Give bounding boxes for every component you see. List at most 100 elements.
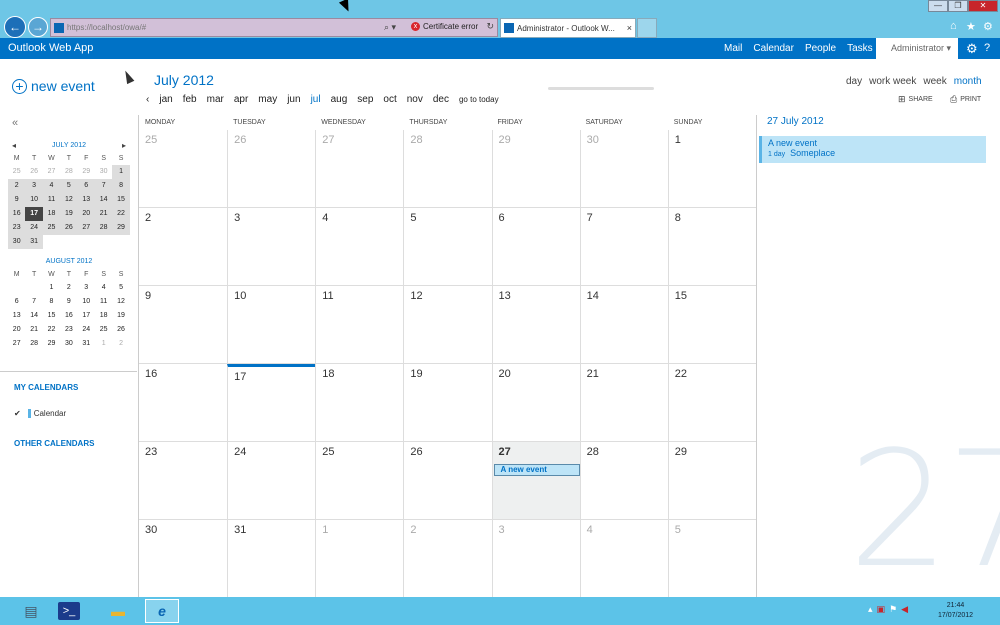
day-cell[interactable]: 2 <box>139 208 228 286</box>
tray-arrow-icon[interactable]: ▴ <box>868 604 873 615</box>
mini-day[interactable]: 3 <box>78 281 95 295</box>
tools-gear-icon[interactable]: ⚙ <box>983 20 993 33</box>
print-button[interactable]: ⎙ PRINT <box>950 94 981 105</box>
day-cell[interactable]: 5 <box>403 208 492 286</box>
settings-gear-icon[interactable]: ⚙ <box>966 41 978 57</box>
day-cell[interactable]: 18 <box>315 364 404 442</box>
month-link-apr[interactable]: apr <box>234 94 248 105</box>
mini-day[interactable]: 27 <box>43 165 60 179</box>
mini-day[interactable]: 26 <box>60 221 78 235</box>
month-link-feb[interactable]: feb <box>183 94 197 105</box>
mini-day[interactable]: 29 <box>112 221 130 235</box>
browser-tab[interactable]: Administrator - Outlook W... × <box>500 18 636 38</box>
refresh-icon[interactable]: ↻ <box>486 21 494 32</box>
day-cell[interactable]: 22 <box>667 364 756 442</box>
view-work-week[interactable]: work week <box>869 76 916 87</box>
tab-close-icon[interactable]: × <box>627 23 632 33</box>
day-cell[interactable]: 29 <box>491 130 580 208</box>
mini-day[interactable]: 9 <box>60 295 77 309</box>
view-day[interactable]: day <box>846 76 862 87</box>
mini-day[interactable]: 28 <box>60 165 77 179</box>
other-calendars-heading[interactable]: OTHER CALENDARS <box>14 439 94 448</box>
mini-day[interactable]: 16 <box>60 309 77 323</box>
mini-next-icon[interactable]: ▸ <box>122 139 126 153</box>
day-cell[interactable]: 14 <box>579 286 668 364</box>
mini-day[interactable]: 24 <box>25 221 43 235</box>
prev-month-icon[interactable]: ‹ <box>146 94 149 105</box>
mini-day[interactable]: 15 <box>43 309 60 323</box>
mini-day[interactable]: 1 <box>95 337 112 351</box>
window-restore-button[interactable]: ❐ <box>948 0 968 12</box>
mini-day[interactable]: 26 <box>25 165 42 179</box>
day-cell[interactable]: 15 <box>667 286 756 364</box>
mini-day[interactable]: 15 <box>112 193 130 207</box>
mini-prev-icon[interactable]: ◂ <box>12 139 16 153</box>
mini-day[interactable]: 31 <box>78 337 95 351</box>
day-cell[interactable]: 28 <box>403 130 492 208</box>
mini-day[interactable]: 24 <box>78 323 95 337</box>
internet-explorer-icon[interactable]: e <box>145 599 179 623</box>
mini-day[interactable]: 17 <box>78 309 95 323</box>
nav-people[interactable]: People <box>805 43 836 54</box>
day-cell[interactable]: 1 <box>667 130 756 208</box>
favorites-star-icon[interactable]: ★ <box>966 20 976 33</box>
mini-day[interactable]: 21 <box>94 207 113 221</box>
day-cell[interactable]: 7 <box>579 208 668 286</box>
day-cell[interactable]: 29 <box>667 442 756 520</box>
day-cell[interactable]: 26 <box>403 442 492 520</box>
day-cell[interactable]: 16 <box>139 364 228 442</box>
day-cell[interactable]: 27 <box>315 130 404 208</box>
mini-day[interactable]: 25 <box>8 165 25 179</box>
volume-muted-icon[interactable]: ◀ <box>901 604 908 615</box>
mini-day[interactable]: 23 <box>8 221 26 235</box>
search-dropdown-icon[interactable]: ⌕ ▾ <box>384 22 396 33</box>
mini-day[interactable]: 7 <box>25 295 42 309</box>
month-link-jun[interactable]: jun <box>287 94 300 105</box>
window-minimize-button[interactable]: — <box>928 0 948 12</box>
day-cell[interactable]: 4 <box>315 208 404 286</box>
mini-day[interactable]: 25 <box>95 323 112 337</box>
mini-day[interactable]: 20 <box>77 207 95 221</box>
day-cell[interactable]: 25 <box>139 130 228 208</box>
mini-day[interactable]: 27 <box>8 337 25 351</box>
month-link-jul[interactable]: jul <box>311 94 321 105</box>
day-cell[interactable]: 31 <box>227 520 316 598</box>
mini-day[interactable]: 10 <box>78 295 95 309</box>
mini-day[interactable]: 20 <box>8 323 25 337</box>
month-link-dec[interactable]: dec <box>433 94 449 105</box>
mini-day[interactable]: 5 <box>60 179 78 193</box>
certificate-error[interactable]: x Certificate error <box>411 22 478 31</box>
collapse-pane-icon[interactable]: « <box>12 117 18 129</box>
mini-day[interactable]: 2 <box>112 337 129 351</box>
home-icon[interactable]: ⌂ <box>950 20 957 32</box>
day-cell[interactable]: 5 <box>667 520 756 598</box>
day-cell[interactable]: 23 <box>139 442 228 520</box>
flag-icon[interactable]: ⚑ <box>889 604 897 615</box>
back-button[interactable]: ← <box>4 16 26 38</box>
address-bar[interactable]: https://localhost/owa/# ⌕ ▾ x Certificate… <box>50 18 498 37</box>
view-week[interactable]: week <box>923 76 946 87</box>
day-cell[interactable]: 13 <box>491 286 580 364</box>
mini-day[interactable]: 29 <box>43 337 60 351</box>
mini-day[interactable]: 26 <box>112 323 129 337</box>
mini-day[interactable]: 30 <box>60 337 77 351</box>
mini-day[interactable]: 30 <box>8 235 26 249</box>
server-manager-icon[interactable]: ▤ <box>14 599 48 623</box>
day-cell[interactable]: 11 <box>315 286 404 364</box>
day-cell[interactable]: 26 <box>227 130 316 208</box>
network-error-icon[interactable]: ▣ <box>877 604 886 615</box>
mini-day[interactable]: 13 <box>77 193 95 207</box>
month-link-sep[interactable]: sep <box>357 94 373 105</box>
mini-day[interactable]: 25 <box>42 221 61 235</box>
mini-day[interactable]: 11 <box>42 193 61 207</box>
mini-day[interactable]: 2 <box>60 281 77 295</box>
day-cell[interactable]: 17 <box>227 364 316 442</box>
mini-day[interactable]: 17 <box>25 207 43 221</box>
forward-button[interactable]: → <box>28 17 48 37</box>
view-month[interactable]: month <box>954 76 982 87</box>
mini-day[interactable]: 4 <box>42 179 61 193</box>
nav-calendar[interactable]: Calendar <box>753 43 794 54</box>
mini-day[interactable]: 8 <box>112 179 130 193</box>
day-cell[interactable]: 19 <box>403 364 492 442</box>
nav-tasks[interactable]: Tasks <box>847 43 873 54</box>
